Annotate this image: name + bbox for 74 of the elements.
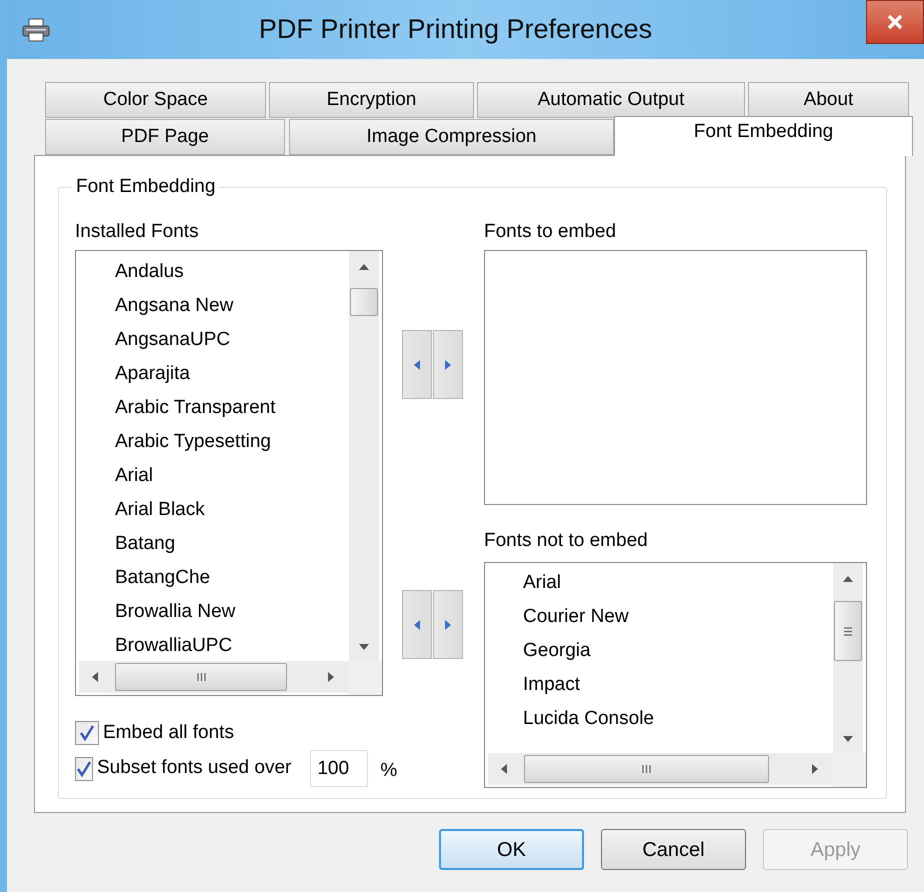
vertical-scrollbar[interactable] (833, 563, 863, 753)
list-label: Fonts not to embed (484, 530, 649, 552)
list-item[interactable]: Georgia (523, 634, 833, 668)
dialog-button: Apply (763, 829, 908, 870)
down-arrow-icon (358, 643, 370, 651)
list-label: Installed Fonts (75, 221, 200, 243)
move-left-button[interactable] (402, 330, 432, 399)
scrollbar-corner (833, 753, 866, 787)
grip-icon (642, 764, 651, 774)
right-arrow-icon (811, 763, 819, 775)
close-button[interactable] (866, 0, 924, 44)
grip-icon (843, 626, 853, 636)
checkbox[interactable] (75, 756, 93, 780)
tab[interactable]: Encryption (269, 82, 474, 118)
right-arrow-icon (327, 671, 335, 683)
up-arrow-icon (358, 263, 370, 271)
dialog-button[interactable]: Cancel (601, 829, 746, 870)
list-item[interactable]: BatangChe (115, 561, 349, 595)
checkbox[interactable] (75, 721, 99, 745)
list-label: Fonts to embed (484, 221, 618, 243)
list-item[interactable]: Arial (115, 459, 349, 493)
grip-icon (196, 672, 206, 682)
scroll-thumb[interactable] (524, 755, 769, 783)
installed-fonts-list[interactable]: Andalus Angsana New AngsanaUPC Aparajita Arabic Transparent Arabic Typesetting Arial Arial Black Batang BatangChe Browallia New BrowalliaUPC (75, 250, 383, 696)
list-item[interactable]: Arabic Transparent (115, 391, 349, 425)
move-right-button[interactable] (433, 330, 463, 399)
up-arrow-icon (842, 575, 854, 583)
down-arrow-icon (842, 735, 854, 743)
list-item[interactable]: Browallia New (115, 595, 349, 629)
fonts-not-to-embed-list[interactable]: Arial Courier New Georgia Impact Lucida Console (484, 562, 867, 788)
move-left-button[interactable] (402, 590, 432, 659)
check-icon (76, 760, 92, 776)
close-icon (886, 14, 904, 30)
tab[interactable]: About (748, 82, 909, 118)
horizontal-scrollbar[interactable] (488, 753, 833, 785)
horizontal-scrollbar[interactable] (79, 661, 349, 693)
list-item[interactable]: Angsana New (115, 289, 349, 323)
vertical-scrollbar[interactable] (349, 251, 379, 661)
list-item[interactable]: Courier New (523, 600, 833, 634)
tab[interactable]: Automatic Output (477, 82, 745, 118)
left-arrow-icon (413, 618, 421, 630)
tab[interactable]: PDF Page (45, 119, 285, 155)
tab[interactable]: Color Space (45, 82, 266, 118)
group-title: Font Embedding (72, 175, 220, 199)
move-right-button[interactable] (433, 590, 463, 659)
scroll-thumb[interactable] (834, 601, 862, 661)
list-item[interactable]: Arial Black (115, 493, 349, 527)
checkbox-label[interactable]: Embed all fonts (103, 718, 234, 748)
right-arrow-icon (444, 618, 452, 630)
list-item[interactable]: BrowalliaUPC (115, 629, 349, 661)
window-title: PDF Printer Printing Preferences (258, 13, 654, 46)
list-item[interactable]: AngsanaUPC (115, 323, 349, 357)
printer-icon (21, 18, 51, 42)
checkbox-label[interactable]: Subset fonts used over (97, 754, 292, 783)
list-item[interactable]: Batang (115, 527, 349, 561)
scroll-thumb[interactable] (115, 663, 287, 691)
list-item[interactable]: Aparajita (115, 357, 349, 391)
percent-field[interactable]: 100 (310, 750, 368, 787)
tab[interactable]: Font Embedding (614, 116, 913, 156)
scrollbar-corner (349, 661, 382, 695)
list-item[interactable]: Arabic Typesetting (115, 425, 349, 459)
left-arrow-icon (91, 671, 99, 683)
check-icon (79, 725, 95, 741)
dialog-button[interactable]: OK (439, 829, 584, 870)
list-item[interactable]: Impact (523, 668, 833, 702)
list-item[interactable]: Lucida Console (523, 702, 833, 736)
tab[interactable]: Image Compression (289, 119, 614, 155)
left-arrow-icon (500, 763, 508, 775)
list-item[interactable]: Arial (523, 566, 833, 600)
unit-label: % (380, 759, 398, 784)
right-arrow-icon (444, 358, 452, 370)
list-item[interactable]: Andalus (115, 255, 349, 289)
left-arrow-icon (413, 358, 421, 370)
scroll-thumb[interactable] (350, 288, 378, 316)
